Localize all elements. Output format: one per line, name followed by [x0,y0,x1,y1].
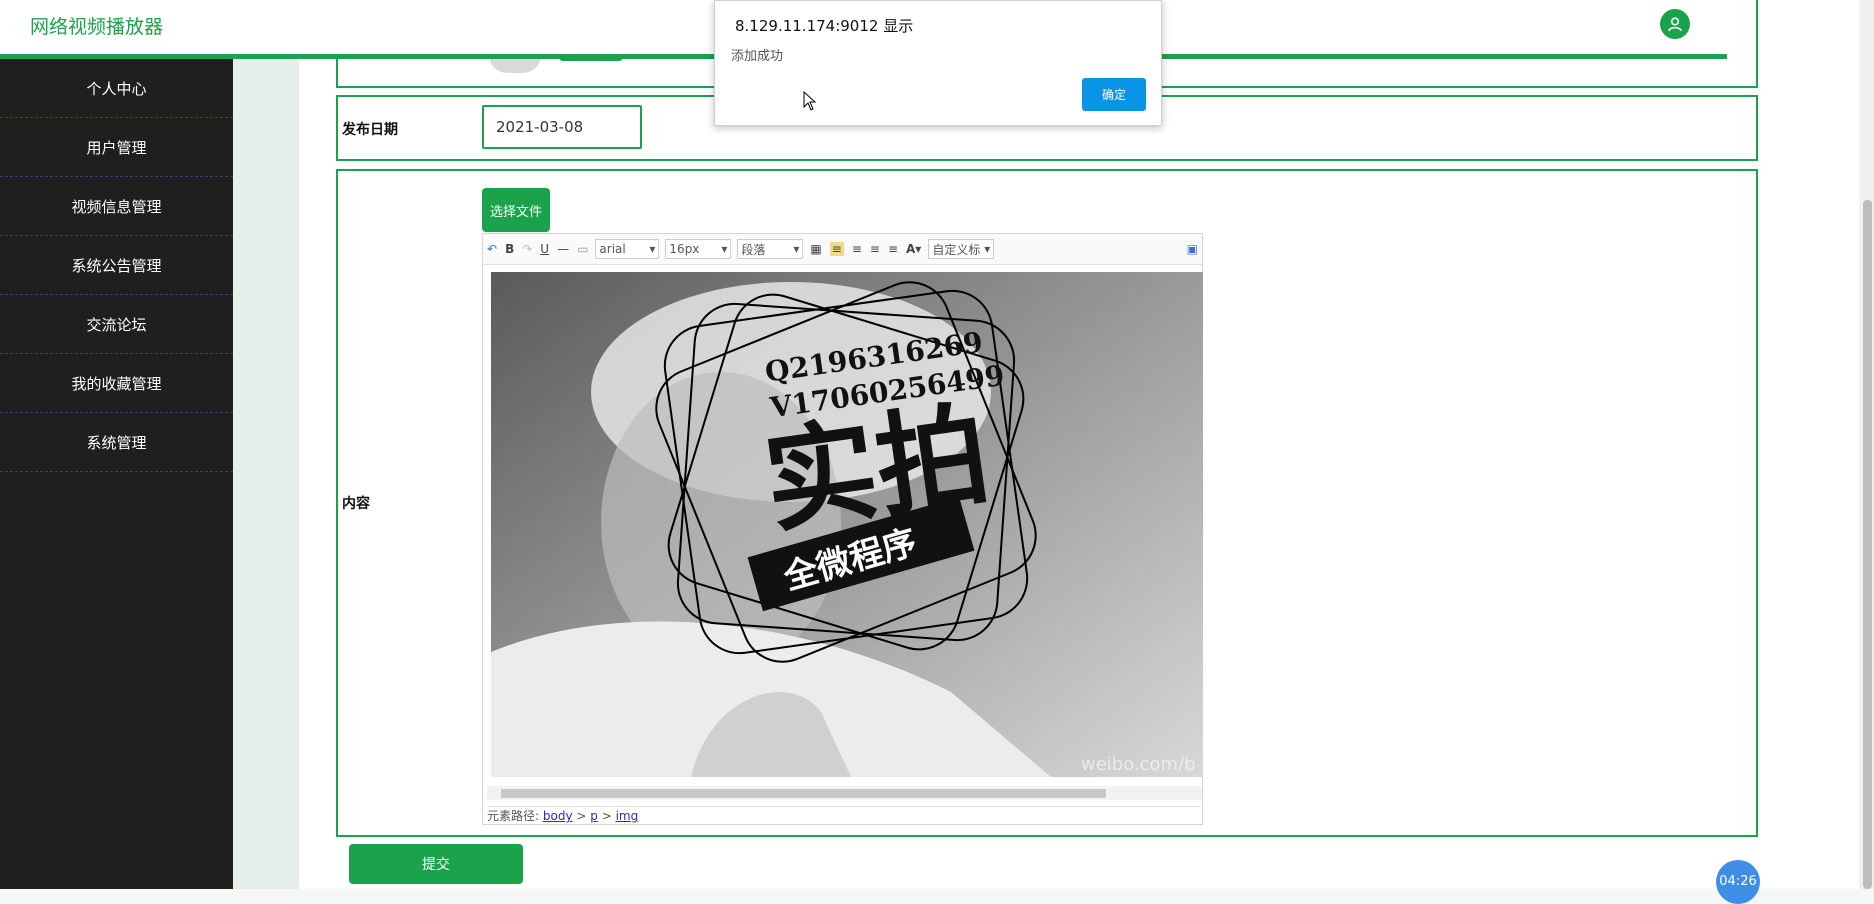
fullscreen-icon[interactable]: ▣ [1187,242,1198,256]
path-img-link[interactable]: img [616,809,639,823]
undo-icon[interactable]: ↶ [487,242,497,256]
content-image[interactable]: Q2196316269 V17060256499 实拍 全微程序 weibo.c… [491,272,1203,777]
sidebar-item-user-management[interactable]: 用户管理 [0,118,233,177]
chevron-down-icon: ▾ [984,242,991,256]
dialog-ok-button[interactable]: 确定 [1082,78,1146,111]
underline-icon[interactable]: U [540,242,549,256]
watermark-text: weibo.com/b [1081,754,1196,775]
align-left-icon[interactable]: ≡ [829,242,844,256]
editor-horizontal-scrollbar[interactable] [487,786,1202,800]
custom-title-value: 自定义标 [932,242,981,257]
bold-icon[interactable]: B [505,242,514,256]
mouse-cursor-icon [803,91,817,111]
paste-icon[interactable]: ▭ [577,242,588,256]
sidebar: 个人中心 用户管理 视频信息管理 系统公告管理 交流论坛 我的收藏管理 系统管理 [0,59,233,889]
font-family-select[interactable]: arial ▾ [595,239,660,259]
sidebar-item-personal-center[interactable]: 个人中心 [0,59,233,118]
scrollbar-thumb[interactable] [501,789,1106,798]
table-icon[interactable]: ▦ [810,242,821,256]
sidebar-item-video-info[interactable]: 视频信息管理 [0,177,233,236]
page-scrollbar-thumb[interactable] [1863,200,1872,889]
element-path: 元素路径: body > p > img [487,806,1201,823]
custom-title-select[interactable]: 自定义标 ▾ [928,239,995,259]
page-scrollbar[interactable] [1859,0,1874,889]
clock-badge: 04:26 [1716,860,1760,904]
align-right-icon[interactable]: ≡ [852,242,862,256]
editor-toolbar: ↶ B ↷ U — ▭ arial ▾ 16px ▾ 段落 ▾ ▦ ≡ ≡ ≡ ≡ A… [483,234,1202,265]
paragraph-select[interactable]: 段落 ▾ [737,239,804,259]
redo-icon[interactable]: ↷ [522,242,532,256]
horizontal-rule-icon[interactable]: — [557,242,569,256]
submit-button[interactable]: 提交 [349,844,523,884]
content-label: 内容 [342,496,370,512]
dialog-message: 添加成功 [731,49,784,64]
dialog-title: 8.129.11.174:9012 显示 [735,17,914,35]
font-size-select[interactable]: 16px ▾ [665,239,732,259]
font-family-value: arial [599,242,626,256]
chevron-down-icon: ▾ [721,242,728,256]
alert-dialog: 8.129.11.174:9012 显示 添加成功 确定 [714,0,1162,126]
path-body-link[interactable]: body [543,809,573,823]
sidebar-item-system[interactable]: 系统管理 [0,413,233,472]
element-path-label: 元素路径: [487,809,540,823]
app-title: 网络视频播放器 [30,16,164,38]
portrait-image: Q2196316269 V17060256499 实拍 全微程序 weibo.c… [491,272,1203,777]
date-field[interactable] [482,105,642,149]
font-color-icon[interactable]: A▾ [906,242,921,256]
align-justify-icon[interactable]: ≡ [888,242,898,256]
path-p-link[interactable]: p [590,809,598,823]
font-size-value: 16px [669,242,700,256]
content-gutter [233,59,299,889]
choose-file-button[interactable]: 选择文件 [482,188,550,232]
sidebar-item-favorites[interactable]: 我的收藏管理 [0,354,233,413]
date-label: 发布日期 [342,122,398,138]
chevron-down-icon: ▾ [793,242,800,256]
sidebar-item-announcements[interactable]: 系统公告管理 [0,236,233,295]
sidebar-item-forum[interactable]: 交流论坛 [0,295,233,354]
user-avatar[interactable] [1660,9,1690,39]
paragraph-value: 段落 [741,242,766,257]
chevron-down-icon: ▾ [649,242,656,256]
align-center-icon[interactable]: ≡ [870,242,880,256]
user-icon [1668,17,1682,32]
rich-text-editor[interactable]: ↶ B ↷ U — ▭ arial ▾ 16px ▾ 段落 ▾ ▦ ≡ ≡ ≡ ≡ A… [482,233,1203,825]
